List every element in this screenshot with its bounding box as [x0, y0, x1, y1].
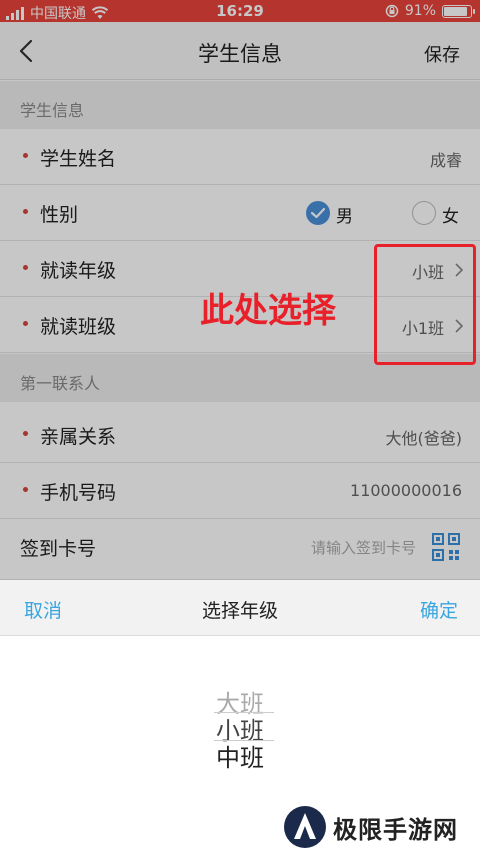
watermark-text: 极限手游网: [333, 815, 458, 844]
watermark: 极限手游网: [283, 805, 458, 849]
picker-confirm-button[interactable]: 确定: [420, 596, 458, 623]
picker-option[interactable]: 中班: [0, 738, 480, 773]
picker-title: 选择年级: [201, 600, 278, 622]
annotation-text: 此处选择: [200, 291, 336, 331]
picker-toolbar: 取消 选择年级 确定: [0, 580, 480, 636]
annotation-highlight-box: [374, 244, 476, 365]
watermark-logo-icon: [284, 806, 326, 848]
